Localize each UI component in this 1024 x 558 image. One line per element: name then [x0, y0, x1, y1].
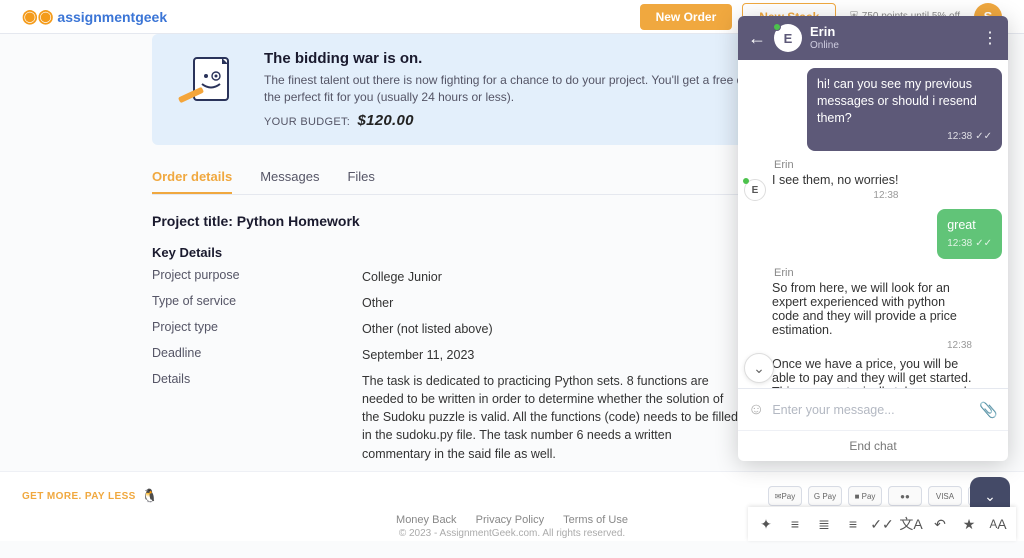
checks-icon: ✓✓	[975, 131, 992, 142]
attach-icon[interactable]: 📎	[979, 401, 998, 419]
purpose-label: Project purpose	[152, 268, 362, 286]
chat-scroll-down-button[interactable]: ⌄	[744, 353, 774, 383]
service-value: Other	[362, 294, 393, 312]
chat-msg-user-2-text: great	[947, 217, 992, 234]
collapse-toolbar-button[interactable]: ⌄	[970, 477, 1010, 507]
chat-widget: ← E Erin Online ⋮ hi! can you see my pre…	[738, 16, 1008, 461]
tab-files[interactable]: Files	[347, 159, 374, 194]
chat-msg-user-2: great 12:38✓✓	[937, 209, 1002, 258]
chat-input-row: ☺ 📎	[738, 388, 1008, 430]
chat-msg-agent-2-text: So from here, we will look for an expert…	[772, 281, 972, 337]
mascot-icon: 🐧	[142, 488, 158, 504]
link-terms[interactable]: Terms of Use	[563, 514, 628, 526]
chat-avatar-small: E	[744, 179, 766, 201]
chat-menu-icon[interactable]: ⋮	[982, 28, 998, 48]
badge-mastercard: ●●	[888, 486, 922, 506]
logo-icon: ◉◉	[22, 6, 53, 27]
budget-label: YOUR BUDGET:	[264, 116, 350, 128]
brand-text: assignmentgeek	[57, 9, 167, 25]
type-value: Other (not listed above)	[362, 320, 493, 338]
chat-msg-agent-1-text: I see them, no worries!	[772, 173, 898, 187]
editor-toolbar: ✦ ≡ ≣ ≡ ✓✓ 文A ↶ ★ AA	[748, 507, 1016, 541]
chat-input[interactable]	[772, 403, 971, 417]
chat-avatar[interactable]: E	[774, 24, 802, 52]
tab-messages[interactable]: Messages	[260, 159, 319, 194]
chat-msg-user-1-time: 12:38	[947, 131, 972, 142]
chat-msg-agent-3: Once we have a price, you will be able t…	[772, 357, 972, 389]
chat-agent-name: Erin	[810, 25, 839, 40]
tool-wand-icon[interactable]: ✦	[752, 510, 780, 538]
chat-msg-agent-3-text: Once we have a price, you will be able t…	[772, 357, 972, 389]
chat-msg-agent-1-from: Erin	[774, 159, 1002, 171]
chat-msg-user-1: hi! can you see my previous messages or …	[807, 68, 1002, 151]
chat-agent-status: Online	[810, 40, 839, 51]
brand-logo[interactable]: ◉◉ assignmentgeek	[22, 6, 167, 27]
tool-align-left-icon[interactable]: ≡	[781, 510, 809, 538]
deadline-value: September 11, 2023	[362, 346, 474, 364]
tool-undo-icon[interactable]: ↶	[926, 510, 954, 538]
purpose-value: College Junior	[362, 268, 442, 286]
type-label: Project type	[152, 320, 362, 338]
chat-msg-user-1-text: hi! can you see my previous messages or …	[817, 76, 992, 127]
chat-msg-agent-2: So from here, we will look for an expert…	[772, 281, 972, 351]
tool-fontsize-icon[interactable]: AA	[984, 510, 1012, 538]
payment-badges: ✉Pay G Pay ■ Pay ●● VISA ≣	[768, 486, 1002, 506]
badge-pay: ■ Pay	[848, 486, 882, 506]
online-dot-icon	[773, 23, 781, 31]
tab-order-details[interactable]: Order details	[152, 159, 232, 194]
banner-illustration	[172, 50, 242, 120]
chat-msg-user-2-time: 12:38	[947, 238, 972, 249]
new-order-button[interactable]: New Order	[640, 4, 733, 30]
deadline-label: Deadline	[152, 346, 362, 364]
tool-align-right-icon[interactable]: ≡	[839, 510, 867, 538]
get-more-pay-less[interactable]: GET MORE. PAY LESS	[22, 491, 136, 502]
chat-msg-agent-1: I see them, no worries! 12:38	[772, 173, 898, 201]
chat-header: ← E Erin Online ⋮	[738, 16, 1008, 60]
budget-value: $120.00	[357, 112, 413, 129]
chat-msg-agent-2-time: 12:38	[772, 340, 972, 351]
badge-gpay: G Pay	[808, 486, 842, 506]
tool-checks-icon[interactable]: ✓✓	[868, 510, 896, 538]
chat-msg-agent-1-time: 12:38	[772, 190, 898, 201]
chat-msg-agent-2-from: Erin	[774, 267, 1002, 279]
link-privacy[interactable]: Privacy Policy	[476, 514, 544, 526]
badge-applepay: ✉Pay	[768, 486, 802, 506]
tool-align-center-icon[interactable]: ≣	[810, 510, 838, 538]
details-value: The task is dedicated to practicing Pyth…	[362, 372, 742, 463]
service-label: Type of service	[152, 294, 362, 312]
emoji-icon[interactable]: ☺	[748, 401, 764, 419]
end-chat-button[interactable]: End chat	[738, 430, 1008, 461]
tool-translate-icon[interactable]: 文A	[897, 510, 925, 538]
link-money-back[interactable]: Money Back	[396, 514, 457, 526]
details-label: Details	[152, 372, 362, 463]
checks-icon: ✓✓	[975, 238, 992, 249]
chat-back-icon[interactable]: ←	[748, 28, 766, 49]
tool-star-icon[interactable]: ★	[955, 510, 983, 538]
badge-visa: VISA	[928, 486, 962, 506]
chat-body[interactable]: hi! can you see my previous messages or …	[738, 60, 1008, 388]
